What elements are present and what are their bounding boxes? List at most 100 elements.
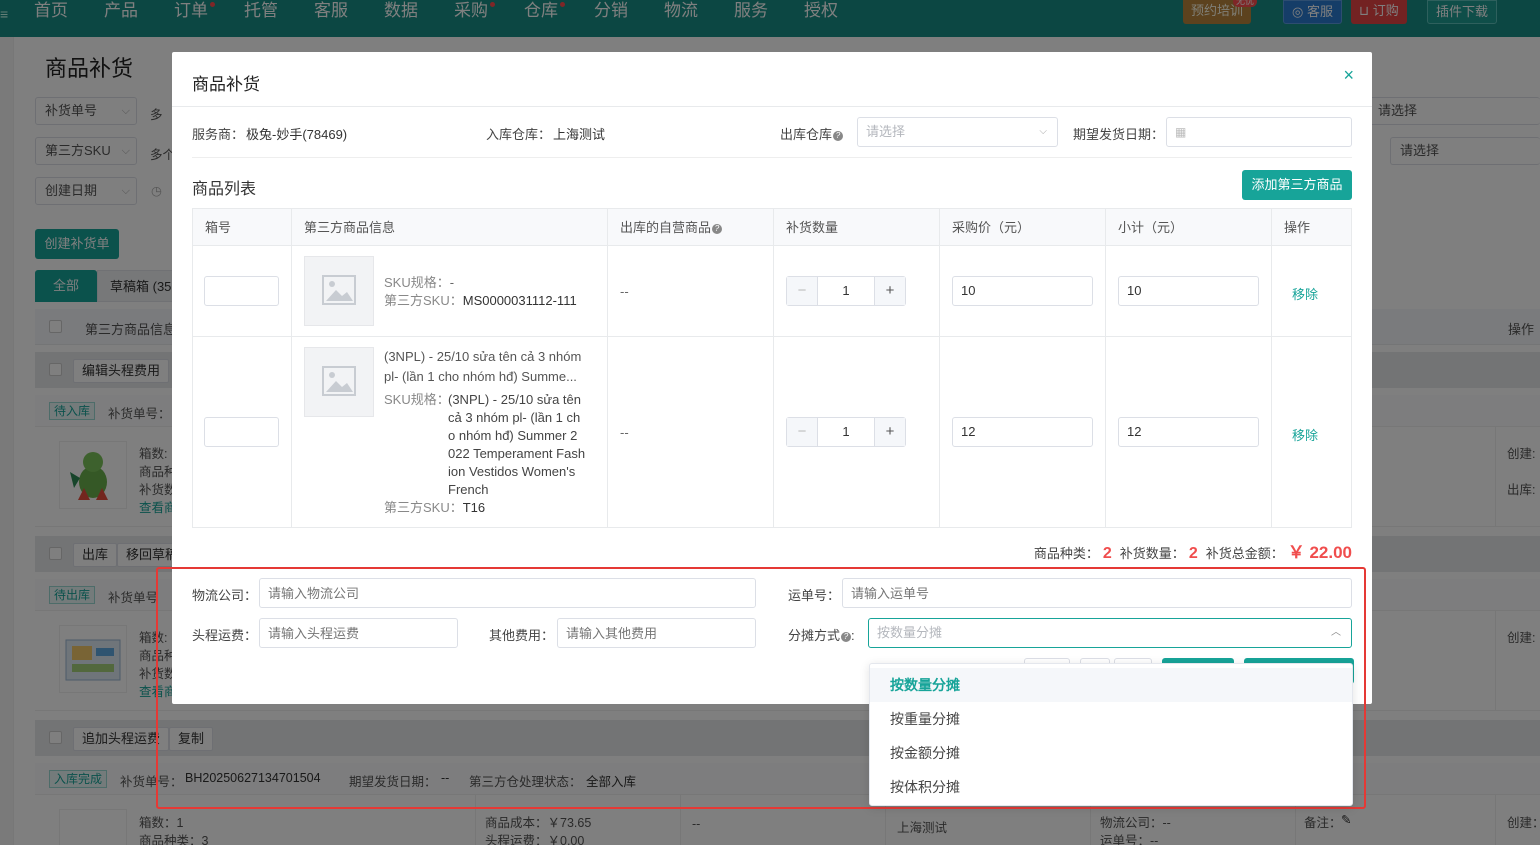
subtotal-input[interactable]: 10: [1118, 276, 1259, 306]
help-icon[interactable]: ?: [833, 131, 844, 141]
column-header-box-no: 箱号: [193, 209, 292, 246]
cell-product-info: (3NPL) - 25/10 sửa tên cả 3 nhóm pl- (lầ…: [292, 337, 608, 527]
cell-box-no: [193, 337, 292, 527]
modal-header: 商品补货 ×: [172, 52, 1372, 107]
cell-self-product: --: [608, 337, 774, 527]
sku-spec-line: SKU规格：-: [384, 274, 454, 292]
cell-action: 移除: [1272, 337, 1351, 527]
add-third-party-product-button[interactable]: 添加第三方商品: [1242, 170, 1352, 200]
cell-price: 12: [940, 337, 1106, 527]
restock-info-row: 服务商： 极兔-妙手(78469) 入库仓库： 上海测试 出库仓库? 请选择 ⌵ …: [192, 117, 1352, 158]
cell-product-info: SKU规格：- 第三方SKU：MS0000031112-111: [292, 246, 608, 336]
header-text: 出库的自营商品: [620, 220, 712, 235]
box-no-input[interactable]: [204, 276, 279, 306]
image-icon: [322, 366, 356, 396]
qty-stepper[interactable]: − 1 +: [786, 417, 906, 447]
calendar-icon: ▦: [1175, 125, 1187, 139]
self-product-value: --: [620, 425, 629, 440]
cell-box-no: [193, 246, 292, 336]
sku-spec-label: SKU规格：: [384, 275, 450, 290]
sku-spec-label: SKU规格：: [384, 391, 450, 409]
sku-value: MS0000031112-111: [462, 293, 577, 308]
provider-value: 极兔-妙手(78469): [246, 127, 348, 142]
outbound-warehouse-select[interactable]: 请选择 ⌵: [857, 117, 1058, 147]
product-name-line: pl- (lần 1 cho nhóm hđ) Summe...: [384, 369, 577, 384]
provider-label: 服务商：: [192, 127, 245, 142]
cell-qty: − 1 +: [774, 337, 940, 527]
table-row: SKU规格：- 第三方SKU：MS0000031112-111 -- − 1 +…: [193, 246, 1351, 337]
sku-spec-line: (3NPL) - 25/10 sửa tên: [448, 392, 581, 407]
qty-label: 补货数量：: [1119, 546, 1185, 561]
sku-line: 第三方SKU：MS0000031112-111: [384, 292, 577, 310]
sku-spec-line: cả 3 nhóm pl- (lần 1 ch: [448, 410, 581, 425]
amount-value: ￥ 22.00: [1287, 543, 1352, 562]
product-image-placeholder: [304, 347, 374, 417]
subtotal-input[interactable]: 12: [1118, 417, 1259, 447]
qty-stepper[interactable]: − 1 +: [786, 276, 906, 306]
qty-value: 2: [1188, 545, 1198, 562]
plus-icon[interactable]: +: [874, 277, 905, 305]
dropdown-option-by-volume[interactable]: 按体积分摊: [870, 770, 1352, 804]
dropdown-option-by-quantity[interactable]: 按数量分摊: [870, 668, 1352, 702]
inbound-warehouse-value: 上海测试: [553, 127, 606, 142]
product-image-placeholder: [304, 256, 374, 326]
sku-spec-line: 022 Temperament Fash: [448, 446, 586, 461]
dropdown-option-by-amount[interactable]: 按金额分摊: [870, 736, 1352, 770]
select-placeholder: 请选择: [866, 124, 906, 139]
column-header-self-product: 出库的自营商品?: [608, 209, 774, 246]
cell-self-product: --: [608, 246, 774, 336]
box-no-input[interactable]: [204, 417, 279, 447]
chevron-down-icon: ⌵: [1039, 126, 1047, 137]
sku-label: 第三方SKU：: [384, 293, 463, 308]
outbound-warehouse-label: 出库仓库?: [780, 124, 844, 143]
expect-date-picker[interactable]: ▦: [1166, 117, 1352, 147]
column-header-price: 采购价（元）: [940, 209, 1106, 246]
qty-value[interactable]: 1: [818, 277, 874, 305]
product-list-title: 商品列表: [192, 181, 257, 198]
column-header-product-info: 第三方商品信息: [292, 209, 608, 246]
sku-value: T16: [462, 500, 486, 515]
cell-price: 10: [940, 246, 1106, 336]
price-input[interactable]: 10: [952, 276, 1093, 306]
column-header-action: 操作: [1284, 220, 1311, 235]
self-product-value: --: [620, 284, 629, 299]
kinds-label: 商品种类：: [1033, 546, 1099, 561]
help-icon[interactable]: ?: [712, 224, 723, 234]
expect-date-label: 期望发货日期：: [1073, 127, 1165, 142]
plus-icon[interactable]: +: [874, 418, 905, 446]
product-name-line: (3NPL) - 25/10 sửa tên cả 3 nhóm: [384, 349, 582, 364]
dropdown-option-by-weight[interactable]: 按重量分摊: [870, 702, 1352, 736]
sku-line: 第三方SKU：T16: [384, 499, 485, 517]
label-text: 出库仓库: [780, 127, 833, 142]
remove-link[interactable]: 移除: [1292, 284, 1318, 303]
product-table: 箱号 第三方商品信息 出库的自营商品? 补货数量 采购价（元） 小计（元） 操作…: [192, 208, 1352, 528]
table-header: 箱号 第三方商品信息 出库的自营商品? 补货数量 采购价（元） 小计（元） 操作: [193, 209, 1351, 246]
column-header-subtotal: 小计（元）: [1106, 209, 1272, 246]
kinds-value: 2: [1102, 545, 1112, 562]
close-icon[interactable]: ×: [1343, 65, 1354, 86]
price-input[interactable]: 12: [952, 417, 1093, 447]
amount-label: 补货总金额：: [1205, 546, 1284, 561]
qty-value[interactable]: 1: [818, 418, 874, 446]
sku-spec-line: o nhóm hđ) Summer 2: [448, 428, 578, 443]
image-icon: [322, 275, 356, 305]
table-row: (3NPL) - 25/10 sửa tên cả 3 nhóm pl- (lầ…: [193, 337, 1351, 527]
order-summary: 商品种类： 2 补货数量： 2 补货总金额： ￥ 22.00: [1034, 538, 1352, 563]
product-name: (3NPL) - 25/10 sửa tên cả 3 nhóm pl- (lầ…: [384, 347, 604, 387]
sku-spec-value: (3NPL) - 25/10 sửa tên cả 3 nhóm pl- (lầ…: [448, 391, 604, 499]
allocation-dropdown: 按数量分摊 按重量分摊 按金额分摊 按体积分摊: [869, 663, 1353, 806]
minus-icon[interactable]: −: [787, 277, 818, 305]
sku-spec-line: ion Vestidos Women's: [448, 464, 576, 479]
cell-subtotal: 10: [1106, 246, 1272, 336]
sku-spec-value: -: [449, 275, 455, 290]
cell-qty: − 1 +: [774, 246, 940, 336]
minus-icon[interactable]: −: [787, 418, 818, 446]
sku-spec-line: French: [448, 482, 489, 497]
column-header-qty: 补货数量: [774, 209, 940, 246]
sku-label: 第三方SKU：: [384, 500, 463, 515]
remove-link[interactable]: 移除: [1292, 425, 1318, 444]
cell-subtotal: 12: [1106, 337, 1272, 527]
cell-action: 移除: [1272, 246, 1351, 336]
modal-title: 商品补货: [192, 75, 260, 94]
inbound-warehouse-label: 入库仓库：: [486, 127, 552, 142]
